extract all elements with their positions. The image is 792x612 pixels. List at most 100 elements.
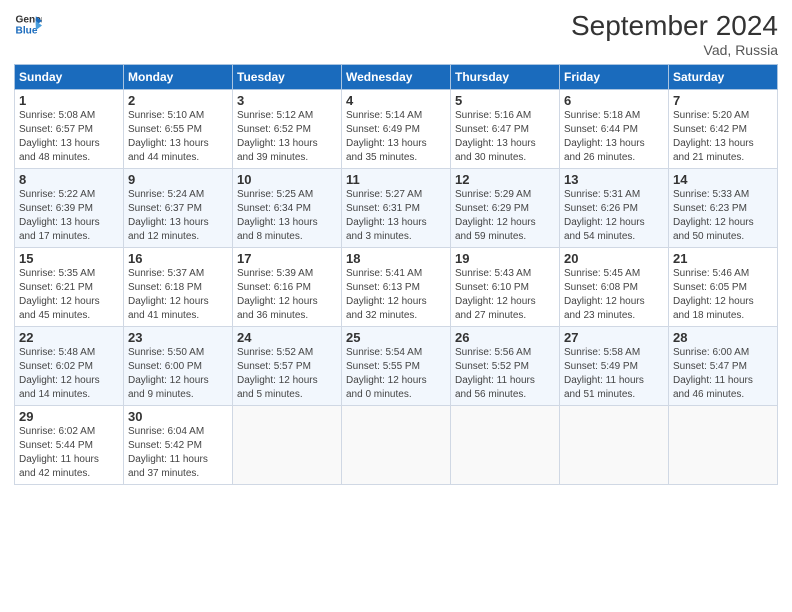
day-header-friday: Friday: [560, 65, 669, 90]
calendar-cell: 24Sunrise: 5:52 AM Sunset: 5:57 PM Dayli…: [233, 327, 342, 406]
day-info: Sunrise: 5:35 AM Sunset: 6:21 PM Dayligh…: [19, 267, 119, 323]
calendar-cell: [342, 406, 451, 485]
day-number: 15: [19, 251, 119, 266]
day-header-monday: Monday: [124, 65, 233, 90]
calendar-cell: 30Sunrise: 6:04 AM Sunset: 5:42 PM Dayli…: [124, 406, 233, 485]
calendar-cell: 28Sunrise: 6:00 AM Sunset: 5:47 PM Dayli…: [669, 327, 778, 406]
day-number: 2: [128, 93, 228, 108]
day-info: Sunrise: 5:10 AM Sunset: 6:55 PM Dayligh…: [128, 109, 228, 165]
calendar-cell: [233, 406, 342, 485]
week-row-4: 22Sunrise: 5:48 AM Sunset: 6:02 PM Dayli…: [15, 327, 778, 406]
calendar-cell: 1Sunrise: 5:08 AM Sunset: 6:57 PM Daylig…: [15, 90, 124, 169]
day-info: Sunrise: 5:33 AM Sunset: 6:23 PM Dayligh…: [673, 188, 773, 244]
day-number: 28: [673, 330, 773, 345]
day-info: Sunrise: 5:20 AM Sunset: 6:42 PM Dayligh…: [673, 109, 773, 165]
day-number: 27: [564, 330, 664, 345]
day-number: 1: [19, 93, 119, 108]
day-info: Sunrise: 5:37 AM Sunset: 6:18 PM Dayligh…: [128, 267, 228, 323]
day-number: 16: [128, 251, 228, 266]
day-info: Sunrise: 5:22 AM Sunset: 6:39 PM Dayligh…: [19, 188, 119, 244]
day-number: 6: [564, 93, 664, 108]
calendar-cell: 19Sunrise: 5:43 AM Sunset: 6:10 PM Dayli…: [451, 248, 560, 327]
day-number: 9: [128, 172, 228, 187]
calendar-cell: 17Sunrise: 5:39 AM Sunset: 6:16 PM Dayli…: [233, 248, 342, 327]
day-number: 8: [19, 172, 119, 187]
day-info: Sunrise: 5:14 AM Sunset: 6:49 PM Dayligh…: [346, 109, 446, 165]
day-number: 7: [673, 93, 773, 108]
day-number: 13: [564, 172, 664, 187]
title-block: September 2024 Vad, Russia: [571, 10, 778, 58]
day-number: 25: [346, 330, 446, 345]
calendar-cell: 21Sunrise: 5:46 AM Sunset: 6:05 PM Dayli…: [669, 248, 778, 327]
day-info: Sunrise: 5:56 AM Sunset: 5:52 PM Dayligh…: [455, 346, 555, 402]
day-info: Sunrise: 5:18 AM Sunset: 6:44 PM Dayligh…: [564, 109, 664, 165]
calendar-cell: 29Sunrise: 6:02 AM Sunset: 5:44 PM Dayli…: [15, 406, 124, 485]
logo-icon: General Blue: [14, 10, 42, 38]
day-info: Sunrise: 6:02 AM Sunset: 5:44 PM Dayligh…: [19, 425, 119, 481]
day-header-tuesday: Tuesday: [233, 65, 342, 90]
day-info: Sunrise: 5:24 AM Sunset: 6:37 PM Dayligh…: [128, 188, 228, 244]
week-row-3: 15Sunrise: 5:35 AM Sunset: 6:21 PM Dayli…: [15, 248, 778, 327]
week-row-5: 29Sunrise: 6:02 AM Sunset: 5:44 PM Dayli…: [15, 406, 778, 485]
day-number: 26: [455, 330, 555, 345]
day-info: Sunrise: 5:29 AM Sunset: 6:29 PM Dayligh…: [455, 188, 555, 244]
day-number: 23: [128, 330, 228, 345]
calendar-cell: [669, 406, 778, 485]
day-number: 20: [564, 251, 664, 266]
day-header-wednesday: Wednesday: [342, 65, 451, 90]
calendar-cell: 12Sunrise: 5:29 AM Sunset: 6:29 PM Dayli…: [451, 169, 560, 248]
calendar-cell: 2Sunrise: 5:10 AM Sunset: 6:55 PM Daylig…: [124, 90, 233, 169]
day-number: 22: [19, 330, 119, 345]
day-info: Sunrise: 5:12 AM Sunset: 6:52 PM Dayligh…: [237, 109, 337, 165]
day-number: 17: [237, 251, 337, 266]
svg-text:Blue: Blue: [16, 25, 38, 36]
day-info: Sunrise: 5:25 AM Sunset: 6:34 PM Dayligh…: [237, 188, 337, 244]
calendar-cell: 5Sunrise: 5:16 AM Sunset: 6:47 PM Daylig…: [451, 90, 560, 169]
day-number: 18: [346, 251, 446, 266]
calendar-cell: 26Sunrise: 5:56 AM Sunset: 5:52 PM Dayli…: [451, 327, 560, 406]
calendar-cell: 7Sunrise: 5:20 AM Sunset: 6:42 PM Daylig…: [669, 90, 778, 169]
calendar-cell: 23Sunrise: 5:50 AM Sunset: 6:00 PM Dayli…: [124, 327, 233, 406]
day-info: Sunrise: 5:45 AM Sunset: 6:08 PM Dayligh…: [564, 267, 664, 323]
calendar-cell: 22Sunrise: 5:48 AM Sunset: 6:02 PM Dayli…: [15, 327, 124, 406]
day-info: Sunrise: 5:52 AM Sunset: 5:57 PM Dayligh…: [237, 346, 337, 402]
day-header-thursday: Thursday: [451, 65, 560, 90]
day-number: 10: [237, 172, 337, 187]
header-row: SundayMondayTuesdayWednesdayThursdayFrid…: [15, 65, 778, 90]
calendar-cell: 15Sunrise: 5:35 AM Sunset: 6:21 PM Dayli…: [15, 248, 124, 327]
day-info: Sunrise: 6:00 AM Sunset: 5:47 PM Dayligh…: [673, 346, 773, 402]
day-info: Sunrise: 5:58 AM Sunset: 5:49 PM Dayligh…: [564, 346, 664, 402]
day-info: Sunrise: 5:41 AM Sunset: 6:13 PM Dayligh…: [346, 267, 446, 323]
calendar-cell: 4Sunrise: 5:14 AM Sunset: 6:49 PM Daylig…: [342, 90, 451, 169]
header: General Blue September 2024 Vad, Russia: [14, 10, 778, 58]
day-number: 4: [346, 93, 446, 108]
day-number: 21: [673, 251, 773, 266]
location: Vad, Russia: [571, 42, 778, 58]
day-info: Sunrise: 5:43 AM Sunset: 6:10 PM Dayligh…: [455, 267, 555, 323]
calendar-cell: 27Sunrise: 5:58 AM Sunset: 5:49 PM Dayli…: [560, 327, 669, 406]
day-header-saturday: Saturday: [669, 65, 778, 90]
day-number: 12: [455, 172, 555, 187]
month-title: September 2024: [571, 10, 778, 42]
calendar-cell: 25Sunrise: 5:54 AM Sunset: 5:55 PM Dayli…: [342, 327, 451, 406]
calendar-cell: 10Sunrise: 5:25 AM Sunset: 6:34 PM Dayli…: [233, 169, 342, 248]
day-info: Sunrise: 5:46 AM Sunset: 6:05 PM Dayligh…: [673, 267, 773, 323]
calendar-cell: 14Sunrise: 5:33 AM Sunset: 6:23 PM Dayli…: [669, 169, 778, 248]
day-info: Sunrise: 5:27 AM Sunset: 6:31 PM Dayligh…: [346, 188, 446, 244]
day-info: Sunrise: 5:39 AM Sunset: 6:16 PM Dayligh…: [237, 267, 337, 323]
calendar-cell: [560, 406, 669, 485]
calendar-cell: 16Sunrise: 5:37 AM Sunset: 6:18 PM Dayli…: [124, 248, 233, 327]
calendar-cell: 8Sunrise: 5:22 AM Sunset: 6:39 PM Daylig…: [15, 169, 124, 248]
page-container: General Blue September 2024 Vad, Russia …: [0, 0, 792, 493]
day-info: Sunrise: 5:48 AM Sunset: 6:02 PM Dayligh…: [19, 346, 119, 402]
calendar-cell: [451, 406, 560, 485]
day-info: Sunrise: 5:31 AM Sunset: 6:26 PM Dayligh…: [564, 188, 664, 244]
calendar-cell: 3Sunrise: 5:12 AM Sunset: 6:52 PM Daylig…: [233, 90, 342, 169]
day-number: 5: [455, 93, 555, 108]
day-info: Sunrise: 5:50 AM Sunset: 6:00 PM Dayligh…: [128, 346, 228, 402]
calendar-cell: 13Sunrise: 5:31 AM Sunset: 6:26 PM Dayli…: [560, 169, 669, 248]
day-header-sunday: Sunday: [15, 65, 124, 90]
day-number: 19: [455, 251, 555, 266]
calendar-cell: 11Sunrise: 5:27 AM Sunset: 6:31 PM Dayli…: [342, 169, 451, 248]
day-info: Sunrise: 6:04 AM Sunset: 5:42 PM Dayligh…: [128, 425, 228, 481]
